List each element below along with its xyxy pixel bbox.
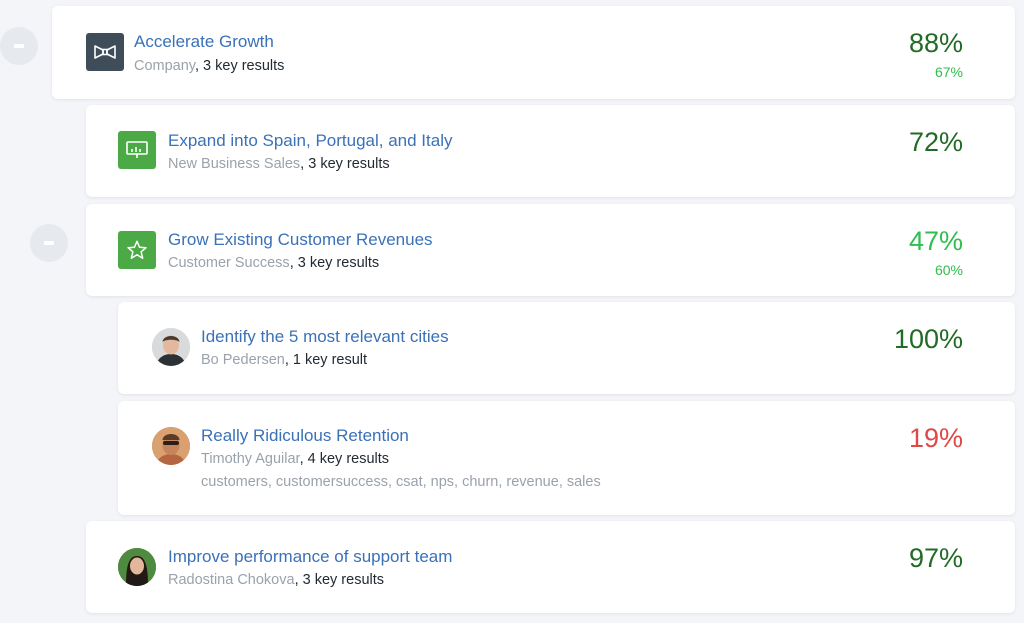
key-results-count: , 1 key result <box>284 352 368 368</box>
key-results-count: , 4 key results <box>299 451 390 467</box>
objective-card-really-ridiculous-retention[interactable]: Really Ridiculous Retention Timothy Agui… <box>118 401 1015 515</box>
avatar-timothy-aguilar <box>152 427 190 465</box>
chart-board-icon <box>118 131 156 169</box>
objective-title[interactable]: Accelerate Growth <box>134 32 274 52</box>
objective-title[interactable]: Grow Existing Customer Revenues <box>168 230 433 250</box>
owner-name: Bo Pedersen <box>201 352 285 368</box>
collapse-button-grow-existing[interactable] <box>30 224 68 262</box>
objective-subtitle: Customer Success, 3 key results <box>168 255 379 271</box>
progress-percent: 100% <box>893 324 963 354</box>
avatar-radostina-chokova <box>118 548 156 586</box>
owner-name: Customer Success <box>168 255 290 271</box>
minus-icon <box>14 44 24 48</box>
objective-subtitle: Radostina Chokova, 3 key results <box>168 572 384 588</box>
key-results-count: , 3 key results <box>300 156 390 172</box>
progress-percent: 97% <box>908 543 963 573</box>
owner-name: Company <box>134 58 195 74</box>
objective-subtitle: Bo Pedersen, 1 key result <box>201 352 367 368</box>
bowtie-icon <box>86 33 124 71</box>
minus-icon <box>44 241 54 245</box>
expected-progress: 67% <box>934 64 963 80</box>
objective-tags: customers, customersuccess, csat, nps, c… <box>201 474 601 490</box>
objective-title[interactable]: Identify the 5 most relevant cities <box>201 327 449 347</box>
collapse-button-accelerate-growth[interactable] <box>0 27 38 65</box>
objective-title[interactable]: Improve performance of support team <box>168 547 452 567</box>
objective-subtitle: New Business Sales, 3 key results <box>168 156 390 172</box>
progress-percent: 88% <box>908 28 963 58</box>
owner-name: Timothy Aguilar <box>201 451 300 467</box>
progress-percent: 72% <box>908 127 963 157</box>
expected-progress: 60% <box>934 262 963 278</box>
objective-card-accelerate-growth[interactable]: Accelerate Growth Company, 3 key results… <box>52 6 1015 99</box>
objective-subtitle: Company, 3 key results <box>134 58 284 74</box>
owner-name: Radostina Chokova <box>168 572 295 588</box>
owner-name: New Business Sales <box>168 156 301 172</box>
star-icon <box>118 231 156 269</box>
key-results-count: , 3 key results <box>194 58 285 74</box>
key-results-count: , 3 key results <box>289 255 380 271</box>
objective-card-identify-cities[interactable]: Identify the 5 most relevant cities Bo P… <box>118 302 1015 394</box>
avatar-bo-pedersen <box>152 328 190 366</box>
objective-card-improve-support[interactable]: Improve performance of support team Rado… <box>86 521 1015 613</box>
key-results-count: , 3 key results <box>294 572 385 588</box>
progress-percent: 47% <box>908 226 963 256</box>
objective-subtitle: Timothy Aguilar, 4 key results <box>201 451 389 467</box>
progress-percent: 19% <box>908 423 963 453</box>
objective-card-grow-existing[interactable]: Grow Existing Customer Revenues Customer… <box>86 204 1015 296</box>
objective-title[interactable]: Expand into Spain, Portugal, and Italy <box>168 131 452 151</box>
objective-title[interactable]: Really Ridiculous Retention <box>201 426 409 446</box>
objective-card-expand-spain[interactable]: Expand into Spain, Portugal, and Italy N… <box>86 105 1015 197</box>
